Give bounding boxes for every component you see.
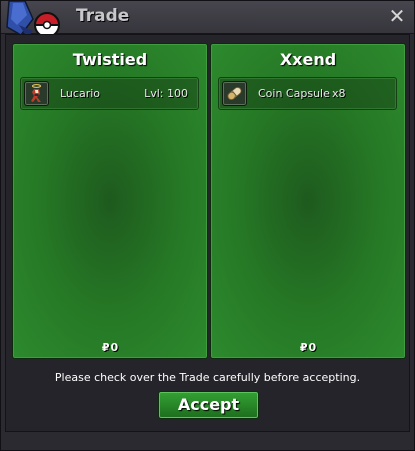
right-trader-panel: Xxend Coin Capsule x8 ₽0 <box>210 43 406 359</box>
left-trade-item[interactable]: Lucario Lvl: 100 <box>20 77 199 110</box>
close-button[interactable]: ✕ <box>386 5 408 27</box>
right-money-amount: 0 <box>308 341 317 354</box>
item-quantity: x8 <box>332 87 346 100</box>
item-level: Lvl: 100 <box>144 87 188 100</box>
close-icon: ✕ <box>388 4 406 28</box>
left-trader-panel: Twistied Lucario Lvl: 100 ₽0 <box>12 43 208 359</box>
pokedollar-icon: ₽ <box>101 341 110 354</box>
item-name: Lucario <box>60 87 101 100</box>
accept-button[interactable]: Accept <box>158 391 259 419</box>
right-money: ₽0 <box>211 341 405 354</box>
right-trade-item[interactable]: Coin Capsule x8 <box>218 77 397 110</box>
trade-notice: Please check over the Trade carefully be… <box>54 371 361 384</box>
left-money-amount: 0 <box>110 341 119 354</box>
window-title: Trade <box>76 6 130 26</box>
title-bar[interactable]: Trade ✕ <box>1 1 414 38</box>
lucario-sprite-icon <box>24 81 49 106</box>
trade-window: Trade ✕ Twistied Lucario Lvl: 100 ₽0 Xxe… <box>0 0 415 451</box>
left-trader-name: Twistied <box>72 50 148 69</box>
trade-content: Twistied Lucario Lvl: 100 ₽0 Xxend Coin … <box>5 34 410 432</box>
right-trader-name: Xxend <box>279 50 337 69</box>
item-name: Coin Capsule <box>258 87 330 100</box>
left-money: ₽0 <box>13 341 207 354</box>
coin-capsule-icon <box>222 81 247 106</box>
pokedollar-icon: ₽ <box>299 341 308 354</box>
